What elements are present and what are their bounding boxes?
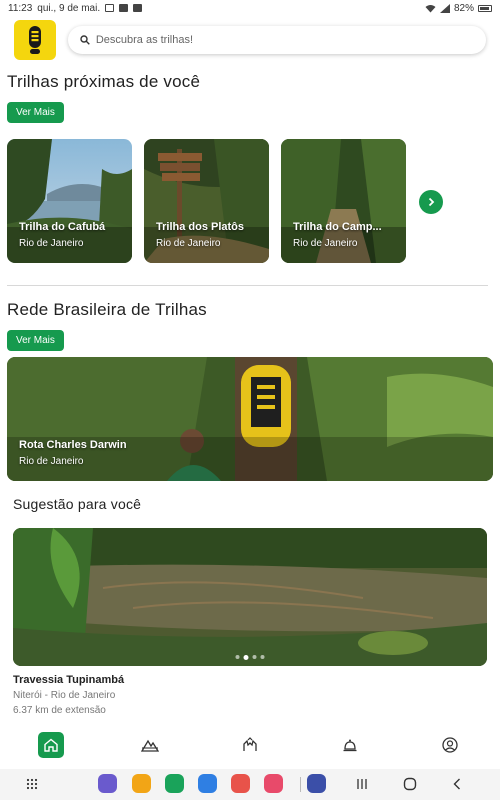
home-icon — [44, 738, 58, 752]
system-navigation-bar — [0, 769, 500, 800]
wifi-icon — [425, 4, 436, 12]
network-banner-card[interactable]: Rota Charles Darwin Rio de Janeiro — [7, 357, 493, 481]
carousel-dot[interactable] — [235, 655, 240, 659]
trail-card-location: Rio de Janeiro — [293, 238, 358, 249]
suggestion-image-carousel[interactable] — [13, 528, 487, 666]
suggestion-title: Travessia Tupinambá — [13, 674, 125, 686]
nav-profile[interactable] — [437, 732, 463, 758]
app-camera-icon[interactable] — [264, 774, 283, 793]
battery-icon — [478, 4, 492, 12]
nearby-section-title: Trilhas próximas de você — [7, 72, 201, 91]
trail-card-title: Trilha do Cafubá — [19, 221, 106, 233]
nav-community[interactable] — [237, 732, 263, 758]
status-date: qui., 9 de mai. — [37, 2, 101, 14]
recents-icon[interactable] — [356, 778, 368, 790]
trail-card[interactable]: Trilha do Camp... Rio de Janeiro — [281, 139, 406, 263]
bottom-navigation — [0, 728, 500, 764]
nav-trails[interactable] — [137, 732, 163, 758]
youtube-icon — [133, 4, 143, 12]
trail-card-location: Rio de Janeiro — [156, 238, 221, 249]
profile-icon — [442, 737, 458, 753]
app-files-icon[interactable] — [132, 774, 151, 793]
nav-home[interactable] — [38, 732, 64, 758]
battery-percent: 82% — [453, 2, 474, 14]
back-icon[interactable] — [452, 778, 462, 790]
status-bar: 11:23 qui., 9 de mai. 82% — [0, 0, 500, 16]
checkbox-icon — [119, 4, 129, 12]
banner-location: Rio de Janeiro — [19, 456, 84, 467]
status-time: 11:23 — [8, 2, 33, 14]
suggestion-distance: 6.37 km de extensão — [13, 705, 106, 716]
home-button-icon[interactable] — [403, 777, 417, 791]
footprint-logo-icon[interactable] — [14, 20, 56, 60]
hands-icon — [243, 737, 257, 751]
network-more-button[interactable]: Ver Mais — [7, 330, 64, 351]
trail-card[interactable]: Trilha dos Platôs Rio de Janeiro — [144, 139, 269, 263]
app-header — [0, 18, 500, 62]
screenshot-icon — [105, 4, 115, 12]
banner-title: Rota Charles Darwin — [19, 439, 127, 451]
search-icon — [80, 35, 90, 45]
dock-separator — [300, 777, 301, 792]
mountain-icon — [141, 739, 159, 752]
trail-card[interactable]: Trilha do Cafubá Rio de Janeiro — [7, 139, 132, 263]
trail-card-title: Trilha do Camp... — [293, 221, 382, 233]
trail-card-title: Trilha dos Platôs — [156, 221, 245, 233]
app-settings-icon[interactable] — [307, 774, 326, 793]
trail-card-location: Rio de Janeiro — [19, 238, 84, 249]
network-section-title: Rede Brasileira de Trilhas — [7, 300, 207, 319]
app-grid-icon[interactable] — [26, 778, 38, 790]
bell-icon — [343, 739, 357, 752]
signal-icon — [439, 3, 450, 13]
app-contacts-icon[interactable] — [231, 774, 250, 793]
app-messages-icon[interactable] — [198, 774, 217, 793]
section-divider — [7, 285, 488, 286]
app-browser-icon[interactable] — [98, 774, 117, 793]
app-phone-icon[interactable] — [165, 774, 184, 793]
search-bar[interactable] — [67, 26, 486, 54]
suggestion-section-title: Sugestão para você — [13, 496, 142, 512]
carousel-indicator — [235, 655, 265, 660]
suggestion-image — [13, 528, 487, 666]
suggestion-location: Niterói - Rio de Janeiro — [13, 690, 116, 701]
carousel-dot[interactable] — [243, 655, 249, 660]
search-input[interactable] — [95, 34, 456, 46]
chevron-right-icon — [428, 197, 435, 207]
carousel-dot[interactable] — [252, 655, 257, 659]
carousel-dot[interactable] — [260, 655, 265, 659]
carousel-next-button[interactable] — [419, 190, 443, 214]
nav-notifications[interactable] — [337, 732, 363, 758]
nearby-more-button[interactable]: Ver Mais — [7, 102, 64, 123]
